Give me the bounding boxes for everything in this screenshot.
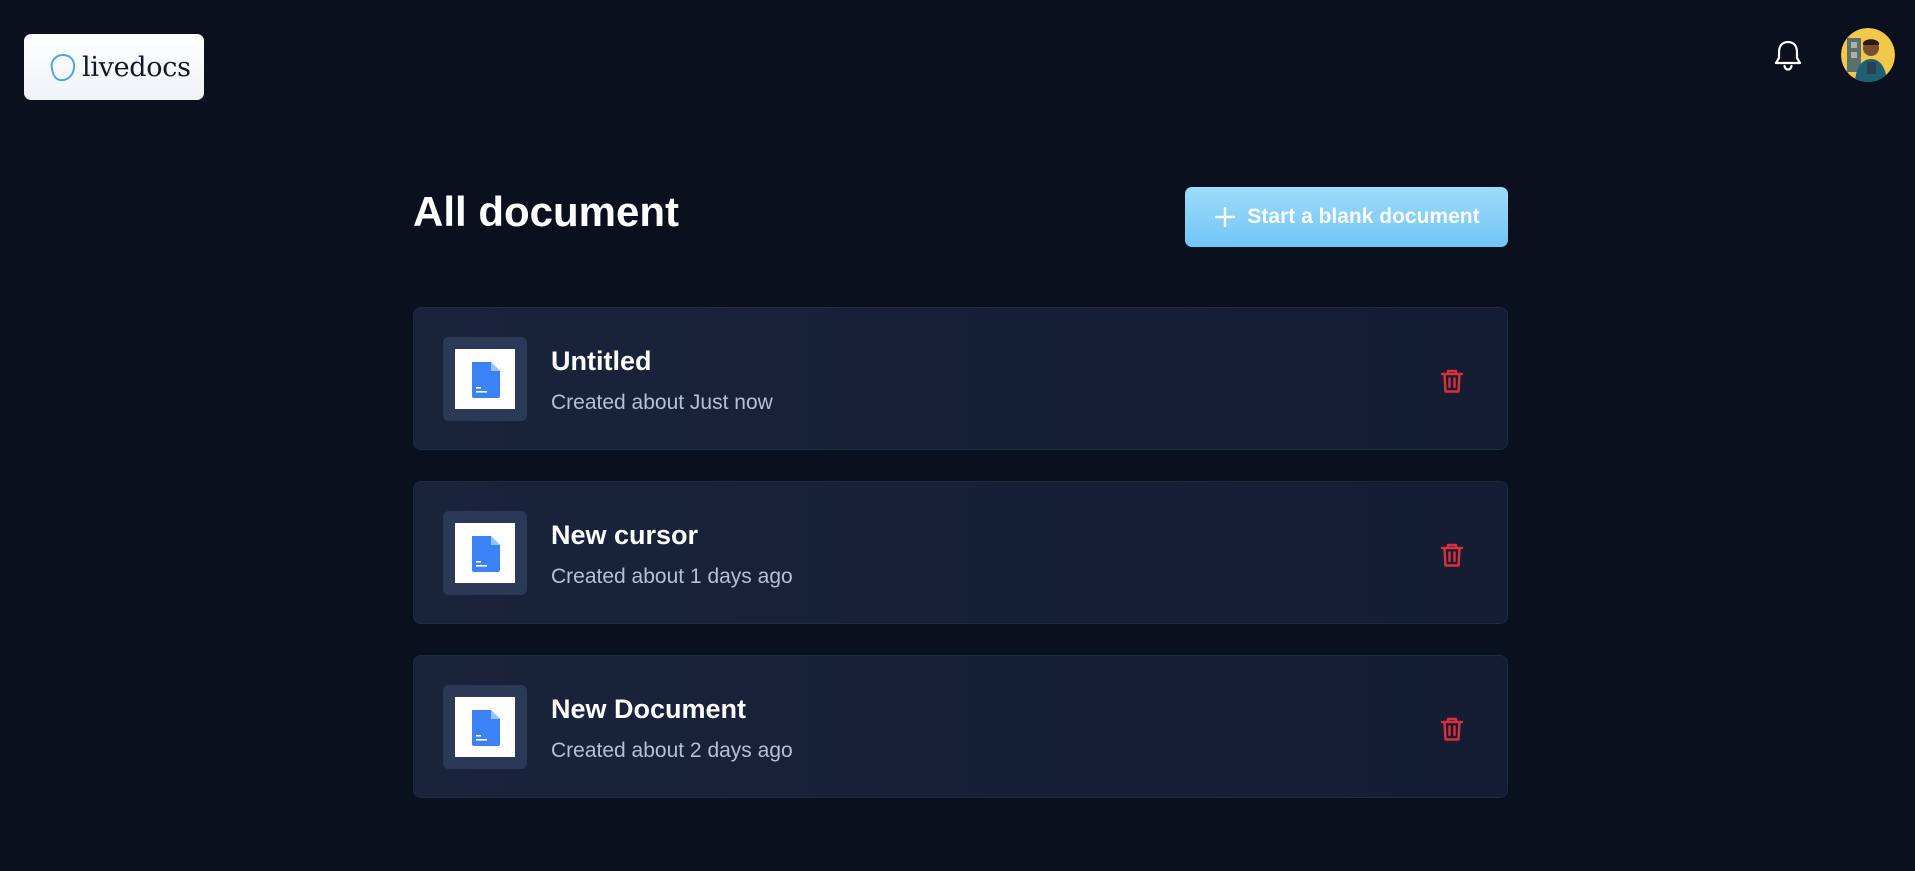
document-thumbnail <box>443 685 527 769</box>
plus-icon <box>1213 205 1237 229</box>
document-icon <box>472 710 500 746</box>
user-avatar[interactable] <box>1841 28 1895 82</box>
document-created-time: Created about 1 days ago <box>551 565 793 588</box>
top-bar: livedocs <box>0 0 1915 135</box>
start-blank-document-label: Start a blank document <box>1247 205 1480 228</box>
document-title[interactable]: Untitled <box>551 346 652 377</box>
trash-icon[interactable] <box>1438 715 1466 743</box>
document-title[interactable]: New cursor <box>551 520 698 551</box>
logo-text: livedocs <box>82 51 191 83</box>
document-thumbnail <box>443 337 527 421</box>
document-created-time: Created about Just now <box>551 391 773 414</box>
trash-icon[interactable] <box>1438 541 1466 569</box>
page-title: All document <box>413 188 680 235</box>
livedocs-logo-icon <box>44 49 80 85</box>
livedocs-logo[interactable]: livedocs <box>24 34 204 100</box>
document-thumbnail <box>443 511 527 595</box>
trash-icon[interactable] <box>1438 367 1466 395</box>
document-card[interactable]: New Document Created about 2 days ago <box>413 655 1508 798</box>
document-icon <box>472 362 500 398</box>
document-card[interactable]: New cursor Created about 1 days ago <box>413 481 1508 624</box>
document-icon <box>472 536 500 572</box>
start-blank-document-button[interactable]: Start a blank document <box>1185 187 1508 247</box>
document-created-time: Created about 2 days ago <box>551 739 793 762</box>
document-list: Untitled Created about Just now New curs… <box>413 307 1508 829</box>
document-card[interactable]: Untitled Created about Just now <box>413 307 1508 450</box>
bell-icon[interactable] <box>1769 36 1807 74</box>
document-title[interactable]: New Document <box>551 694 746 725</box>
